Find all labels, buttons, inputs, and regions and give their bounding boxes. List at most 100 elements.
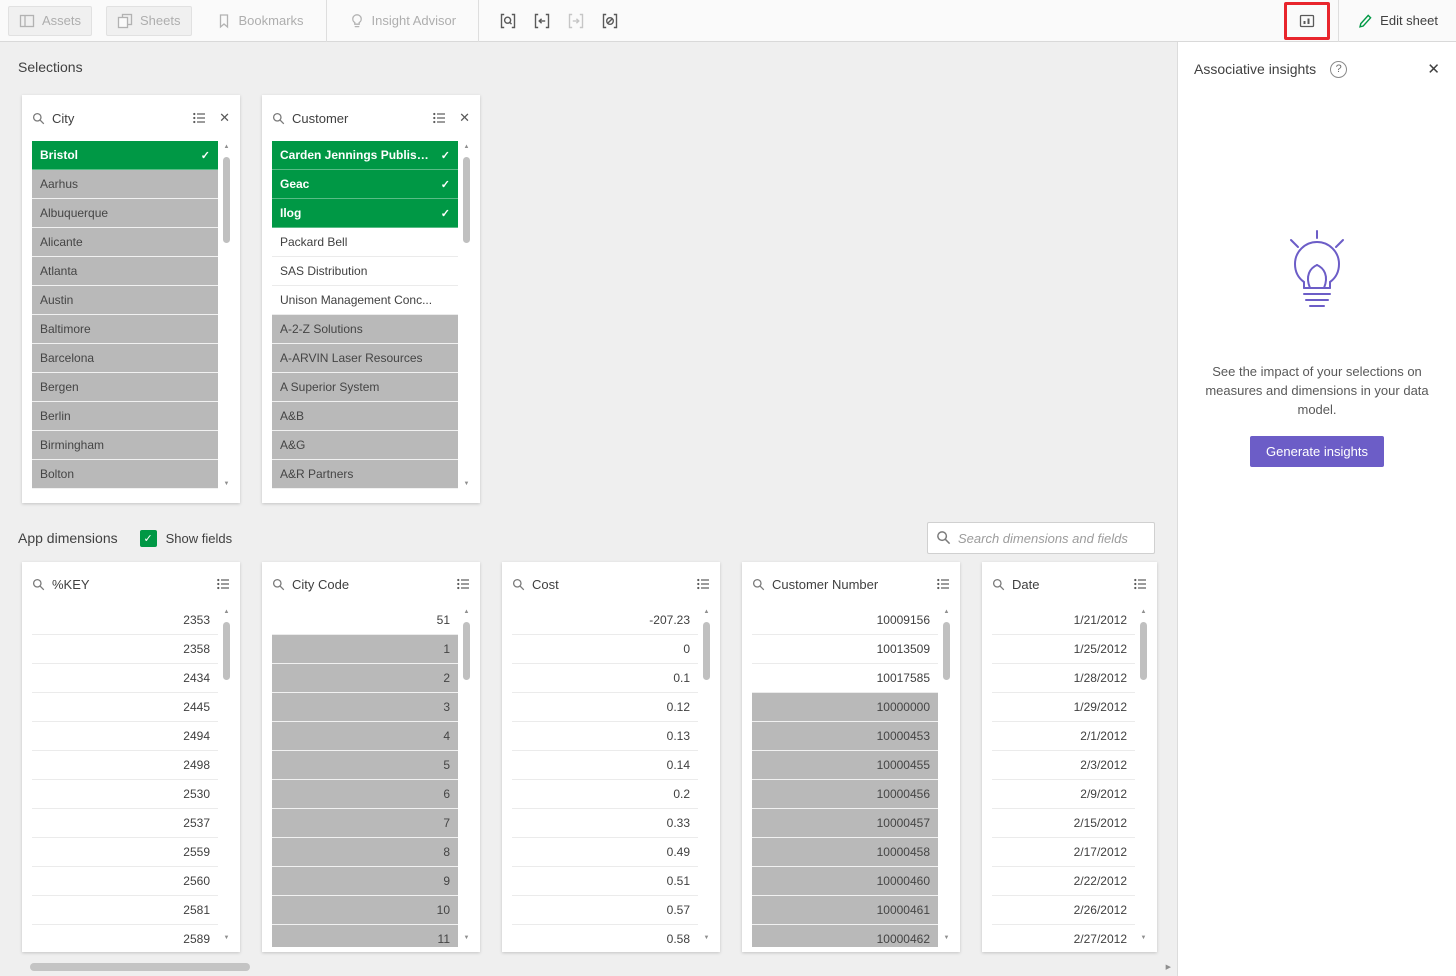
list-item[interactable]: Packard Bell ✓: [272, 228, 458, 257]
scroll-up-icon[interactable]: ▲: [461, 143, 472, 152]
vertical-scrollbar[interactable]: ▲ ▼: [1138, 608, 1149, 943]
scroll-up-icon[interactable]: ▲: [1138, 608, 1149, 617]
scrollbar-thumb[interactable]: [463, 622, 470, 680]
scroll-down-icon[interactable]: ▼: [221, 934, 232, 943]
help-icon[interactable]: ?: [1330, 61, 1347, 78]
scroll-down-icon[interactable]: ▼: [221, 480, 232, 489]
list-item[interactable]: 0.14 ✓: [512, 751, 698, 780]
search-icon[interactable]: [32, 578, 45, 591]
scrollbar-thumb[interactable]: [943, 622, 950, 680]
assets-button[interactable]: Assets: [8, 6, 92, 36]
vertical-scrollbar[interactable]: ▲ ▼: [941, 608, 952, 943]
list-item[interactable]: 10000456 ✓: [752, 780, 938, 809]
list-item[interactable]: 2/22/2012 ✓: [992, 867, 1135, 896]
list-item[interactable]: 2498 ✓: [32, 751, 218, 780]
list-item[interactable]: A-2-Z Solutions ✓: [272, 315, 458, 344]
dimension-search-input[interactable]: [927, 522, 1155, 554]
vertical-scrollbar[interactable]: ▲ ▼: [461, 608, 472, 943]
list-item[interactable]: 3 ✓: [272, 693, 458, 722]
list-item[interactable]: 2/27/2012 ✓: [992, 925, 1135, 947]
scroll-down-icon[interactable]: ▼: [941, 934, 952, 943]
list-item[interactable]: 51 ✓: [272, 606, 458, 635]
list-item[interactable]: Geac ✓: [272, 170, 458, 199]
step-back-button[interactable]: [525, 6, 559, 36]
list-item[interactable]: 10 ✓: [272, 896, 458, 925]
scroll-up-icon[interactable]: ▲: [941, 608, 952, 617]
list-item[interactable]: 2530 ✓: [32, 780, 218, 809]
list-item[interactable]: 10000000 ✓: [752, 693, 938, 722]
clear-selections-button[interactable]: [593, 6, 627, 36]
sheets-button[interactable]: Sheets: [106, 6, 191, 36]
list-item[interactable]: 2/17/2012 ✓: [992, 838, 1135, 867]
list-item[interactable]: SAS Distribution ✓: [272, 257, 458, 286]
list-item[interactable]: Ilog ✓: [272, 199, 458, 228]
list-item[interactable]: Bergen ✓: [32, 373, 218, 402]
vertical-scrollbar[interactable]: ▲ ▼: [221, 608, 232, 943]
scroll-up-icon[interactable]: ▲: [221, 143, 232, 152]
list-item[interactable]: Carden Jennings Publishing ✓: [272, 141, 458, 170]
list-item[interactable]: 10000457 ✓: [752, 809, 938, 838]
list-item[interactable]: 10000460 ✓: [752, 867, 938, 896]
list-item[interactable]: 0.51 ✓: [512, 867, 698, 896]
list-item[interactable]: 2358 ✓: [32, 635, 218, 664]
list-item[interactable]: 10000453 ✓: [752, 722, 938, 751]
search-icon[interactable]: [272, 578, 285, 591]
list-item[interactable]: Alicante ✓: [32, 228, 218, 257]
list-item[interactable]: 1 ✓: [272, 635, 458, 664]
scrollbar-thumb[interactable]: [30, 963, 250, 971]
list-item[interactable]: 2537 ✓: [32, 809, 218, 838]
list-item[interactable]: 2581 ✓: [32, 896, 218, 925]
generate-insights-button[interactable]: Generate insights: [1250, 436, 1384, 467]
list-item[interactable]: A&B ✓: [272, 402, 458, 431]
edit-sheet-button[interactable]: Edit sheet: [1347, 7, 1448, 35]
list-item[interactable]: 10000462 ✓: [752, 925, 938, 947]
scroll-up-icon[interactable]: ▲: [461, 608, 472, 617]
list-item[interactable]: 1/21/2012 ✓: [992, 606, 1135, 635]
list-item[interactable]: Austin ✓: [32, 286, 218, 315]
list-item[interactable]: 8 ✓: [272, 838, 458, 867]
list-item[interactable]: 10017585 ✓: [752, 664, 938, 693]
vertical-scrollbar[interactable]: ▲ ▼: [221, 143, 232, 489]
listbox-menu-icon[interactable]: [193, 112, 206, 124]
list-item[interactable]: 0.58 ✓: [512, 925, 698, 947]
search-icon[interactable]: [32, 112, 45, 125]
list-item[interactable]: 11 ✓: [272, 925, 458, 947]
list-item[interactable]: 1/29/2012 ✓: [992, 693, 1135, 722]
list-item[interactable]: 7 ✓: [272, 809, 458, 838]
list-item[interactable]: 6 ✓: [272, 780, 458, 809]
listbox-menu-icon[interactable]: [217, 578, 230, 590]
scrollbar-thumb[interactable]: [1140, 622, 1147, 680]
list-item[interactable]: 2494 ✓: [32, 722, 218, 751]
search-icon[interactable]: [752, 578, 765, 591]
list-item[interactable]: 0.49 ✓: [512, 838, 698, 867]
list-item[interactable]: 1/25/2012 ✓: [992, 635, 1135, 664]
list-item[interactable]: A Superior System ✓: [272, 373, 458, 402]
insight-advisor-button[interactable]: Insight Advisor: [339, 7, 467, 35]
scroll-down-icon[interactable]: ▼: [701, 934, 712, 943]
scroll-down-icon[interactable]: ▼: [461, 480, 472, 489]
list-item[interactable]: 5 ✓: [272, 751, 458, 780]
list-item[interactable]: Bristol ✓: [32, 141, 218, 170]
list-item[interactable]: 0.33 ✓: [512, 809, 698, 838]
list-item[interactable]: 2/3/2012 ✓: [992, 751, 1135, 780]
insights-panel-toggle-button[interactable]: [1290, 6, 1324, 36]
list-item[interactable]: 2/26/2012 ✓: [992, 896, 1135, 925]
show-fields-checkbox[interactable]: ✓: [140, 530, 157, 547]
list-item[interactable]: 2589 ✓: [32, 925, 218, 947]
list-item[interactable]: 1/28/2012 ✓: [992, 664, 1135, 693]
vertical-scrollbar[interactable]: ▲ ▼: [701, 608, 712, 943]
list-item[interactable]: 2/15/2012 ✓: [992, 809, 1135, 838]
scrollbar-thumb[interactable]: [223, 622, 230, 680]
list-item[interactable]: 0.57 ✓: [512, 896, 698, 925]
scroll-down-icon[interactable]: ▼: [461, 934, 472, 943]
close-filter-icon[interactable]: ✕: [459, 110, 470, 126]
vertical-scrollbar[interactable]: ▲ ▼: [461, 143, 472, 489]
list-item[interactable]: 10000458 ✓: [752, 838, 938, 867]
list-item[interactable]: A-ARVIN Laser Resources ✓: [272, 344, 458, 373]
scrollbar-thumb[interactable]: [703, 622, 710, 680]
scroll-down-icon[interactable]: ▼: [1138, 934, 1149, 943]
search-icon[interactable]: [272, 112, 285, 125]
scrollbar-thumb[interactable]: [463, 157, 470, 243]
list-item[interactable]: Bolton ✓: [32, 460, 218, 489]
list-item[interactable]: Berlin ✓: [32, 402, 218, 431]
